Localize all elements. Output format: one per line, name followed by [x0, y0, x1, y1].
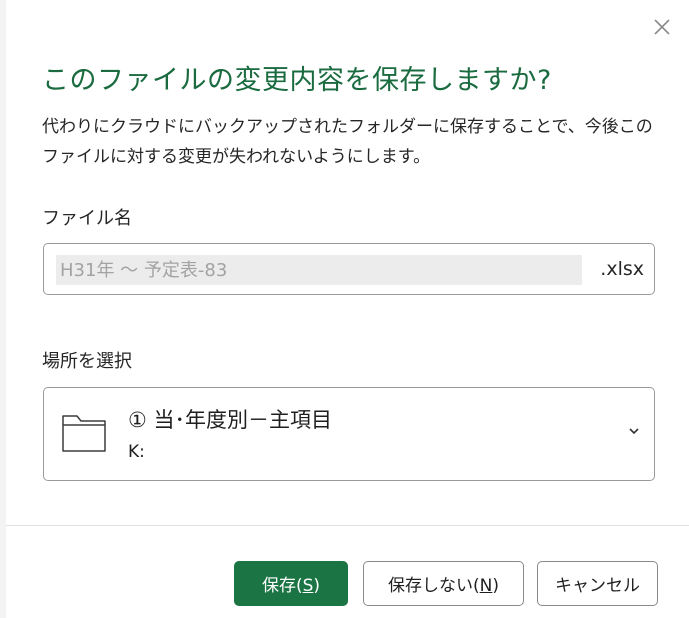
- dialog-title: このファイルの変更内容を保存しますか?: [42, 65, 552, 96]
- chevron-down-icon: [629, 428, 639, 435]
- file-extension: .xlsx: [600, 258, 644, 280]
- dont-save-button[interactable]: 保存しない(N): [363, 561, 524, 606]
- location-name: ① 当･年度別－主項目: [128, 408, 333, 432]
- filename-input[interactable]: [56, 255, 582, 285]
- save-changes-dialog: このファイルの変更内容を保存しますか? 代わりにクラウドにバックアップされたフォ…: [6, 0, 689, 618]
- location-label: 場所を選択: [42, 351, 132, 372]
- save-button[interactable]: 保存(S): [234, 561, 348, 606]
- filename-field: .xlsx: [43, 243, 655, 295]
- dont-save-button-label: 保存しない(N): [388, 576, 499, 596]
- folder-icon: [62, 415, 106, 452]
- close-button[interactable]: [649, 14, 675, 40]
- filename-label: ファイル名: [42, 208, 132, 229]
- location-path: K:: [128, 442, 145, 462]
- location-dropdown[interactable]: ① 当･年度別－主項目 K:: [43, 387, 655, 481]
- close-icon: [654, 19, 670, 35]
- cancel-button[interactable]: キャンセル: [537, 561, 658, 606]
- dialog-description: 代わりにクラウドにバックアップされたフォルダーに保存することで、今後このファイル…: [42, 117, 653, 167]
- save-button-label: 保存(S): [261, 576, 321, 596]
- divider: [6, 525, 689, 526]
